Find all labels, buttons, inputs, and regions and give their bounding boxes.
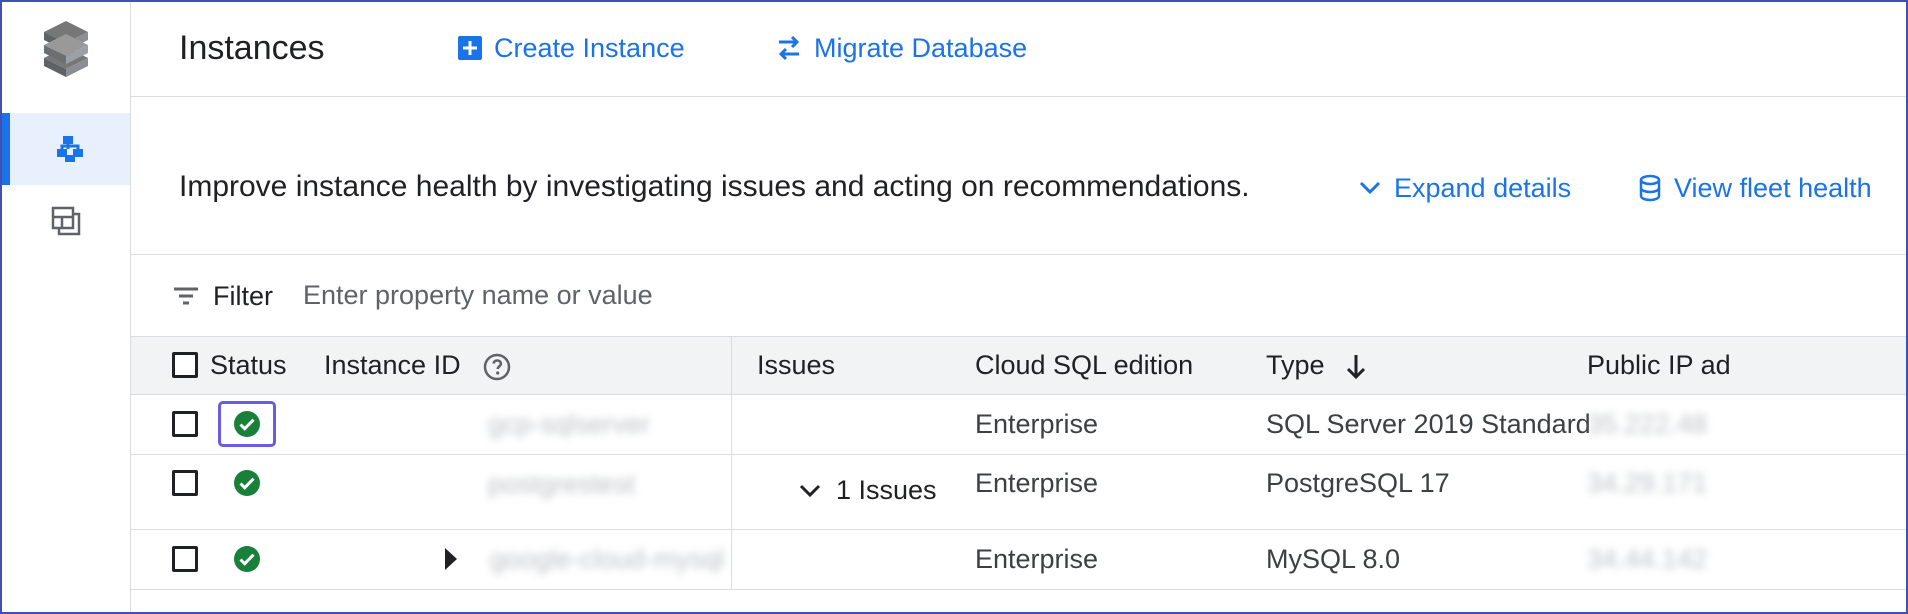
main-content: Instances Create Instance Migrate Databa…: [131, 2, 1906, 612]
instance-id-value[interactable]: google-cloud-mysql: [490, 542, 724, 576]
health-message: Improve instance health by investigating…: [179, 170, 1250, 203]
type-value: MySQL 8.0: [1266, 544, 1401, 574]
add-box-icon: [458, 36, 482, 60]
status-cell: [218, 460, 276, 506]
stacked-layers-logo-icon: [44, 21, 88, 77]
cloud-sql-instances-screen: Instances Create Instance Migrate Databa…: [0, 0, 1908, 614]
filter-lines-icon: [174, 287, 198, 305]
instance-id-value[interactable]: postgrestest: [488, 467, 635, 501]
status-column-header[interactable]: Status: [210, 348, 287, 382]
edition-value: Enterprise: [975, 409, 1099, 439]
table-row[interactable]: gcp-sqlserver Enterprise SQL Server 2019…: [131, 395, 1906, 455]
instance-id-value[interactable]: gcp-sqlserver: [488, 407, 650, 441]
success-check-icon: [234, 470, 260, 496]
type-header-label: Type: [1266, 350, 1325, 380]
sidebar-item-instances[interactable]: [2, 113, 130, 185]
edition-value: Enterprise: [975, 544, 1099, 574]
instances-table: Status Instance ID Issues Cloud SQL edit…: [131, 337, 1906, 590]
sidebar-item-fleet-dashboard[interactable]: [2, 185, 130, 257]
filter-label: Filter: [213, 281, 273, 311]
view-fleet-health-link[interactable]: View fleet health: [1636, 169, 1872, 207]
success-check-icon: [234, 411, 260, 437]
status-cell: [218, 536, 276, 582]
table-header-row: Status Instance ID Issues Cloud SQL edit…: [131, 337, 1906, 395]
row-select-checkbox[interactable]: [172, 470, 198, 496]
type-value: PostgreSQL 17: [1266, 468, 1450, 498]
public-ip-value: 34.29.171: [1587, 468, 1708, 498]
select-all-checkbox[interactable]: [172, 352, 198, 378]
create-instance-label: Create Instance: [494, 32, 685, 63]
page-title: Instances: [179, 29, 325, 67]
instance-health-banner: Improve instance health by investigating…: [131, 97, 1906, 255]
migrate-database-button[interactable]: Migrate Database: [774, 28, 1027, 68]
help-circle-icon[interactable]: [482, 352, 512, 382]
view-fleet-health-label: View fleet health: [1674, 172, 1872, 203]
type-column-header[interactable]: Type: [1266, 348, 1368, 382]
migrate-database-label: Migrate Database: [814, 32, 1028, 63]
issues-expand-toggle[interactable]: 1 Issues: [796, 475, 937, 506]
swap-arrows-icon: [778, 35, 800, 61]
chevron-down-icon: [799, 484, 821, 497]
public-ip-value: 35.222.48: [1587, 409, 1708, 439]
edition-value: Enterprise: [975, 468, 1099, 498]
status-cell-focused[interactable]: [218, 401, 276, 447]
success-check-icon: [234, 546, 260, 572]
public-ip-column-header[interactable]: Public IP ad: [1587, 348, 1731, 382]
chevron-down-icon: [1359, 181, 1381, 195]
expand-details-label: Expand details: [1394, 172, 1572, 203]
issues-count-label: 1 Issues: [836, 475, 937, 505]
row-select-checkbox[interactable]: [172, 411, 198, 437]
table-row[interactable]: google-cloud-mysql Enterprise MySQL 8.0 …: [131, 530, 1906, 590]
sort-descending-arrow-icon[interactable]: [1344, 352, 1368, 382]
fleet-dashboard-icon: [51, 206, 81, 236]
instances-icon: [57, 136, 83, 162]
frozen-column-divider: [731, 337, 732, 589]
create-instance-button[interactable]: Create Instance: [456, 28, 685, 68]
filter-bar: Filter: [131, 255, 1906, 337]
expand-details-link[interactable]: Expand details: [1356, 169, 1571, 207]
expand-row-triangle-icon[interactable]: [445, 548, 457, 570]
left-navigation: [2, 2, 131, 612]
type-value: SQL Server 2019 Standard: [1266, 409, 1591, 439]
page-header: Instances Create Instance Migrate Databa…: [131, 2, 1906, 97]
row-select-checkbox[interactable]: [172, 546, 198, 572]
filter-input[interactable]: [303, 275, 903, 315]
table-row[interactable]: postgrestest 1 Issues Enterprise Postgre…: [131, 455, 1906, 530]
instance-id-column-header[interactable]: Instance ID: [324, 348, 512, 382]
instance-id-header-label: Instance ID: [324, 350, 461, 380]
database-icon: [1639, 174, 1661, 202]
edition-column-header[interactable]: Cloud SQL edition: [975, 348, 1193, 382]
issues-column-header[interactable]: Issues: [757, 348, 835, 382]
public-ip-value: 34.44.142: [1587, 544, 1708, 574]
